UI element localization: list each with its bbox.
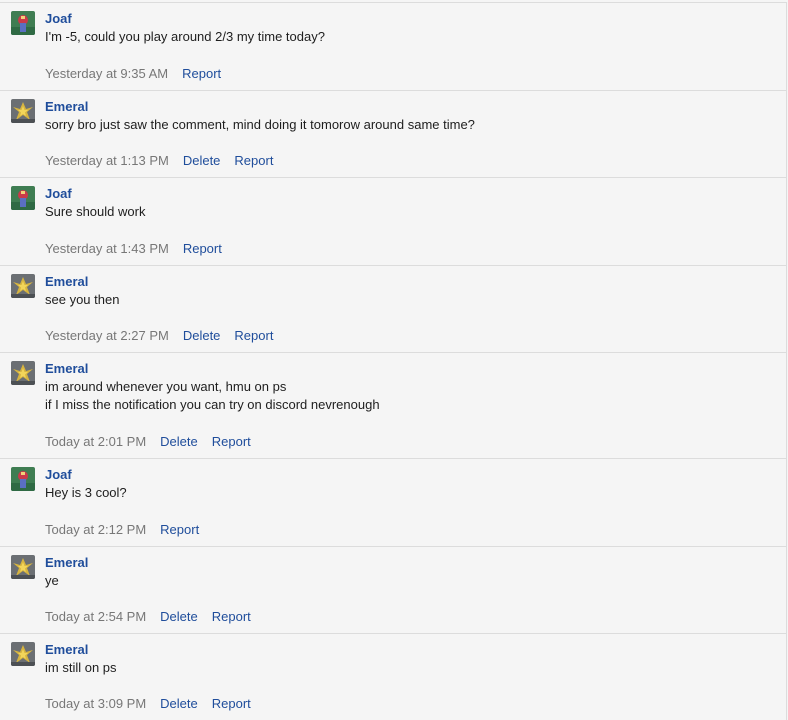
comment-line: I'm -5, could you play around 2/3 my tim…: [45, 29, 325, 44]
comment-text: im still on ps: [45, 659, 117, 677]
comment-meta: Yesterday at 1:43 PM Report: [45, 240, 222, 258]
delete-link[interactable]: Delete: [183, 153, 221, 168]
comment: Joaf Sure should work Yesterday at 1:43 PM…: [0, 177, 787, 265]
report-link[interactable]: Report: [183, 241, 222, 256]
comment-text: see you then: [45, 291, 119, 309]
timestamp: Yesterday at 2:27 PM: [45, 328, 169, 343]
comment-line: im still on ps: [45, 660, 117, 675]
timestamp: Yesterday at 1:43 PM: [45, 241, 169, 256]
comment-meta: Today at 2:54 PM Delete Report: [45, 608, 251, 626]
delete-link[interactable]: Delete: [160, 434, 198, 449]
comment: Joaf Hey is 3 cool? Today at 2:12 PM Report: [0, 458, 787, 546]
comment-meta: Today at 2:01 PM Delete Report: [45, 433, 251, 451]
report-link[interactable]: Report: [234, 328, 273, 343]
author-name[interactable]: Emeral: [45, 554, 88, 572]
comment: Emeral ye Today at 2:54 PM Delete Report: [0, 546, 787, 633]
comment-meta: Yesterday at 1:13 PM Delete Report: [45, 152, 273, 170]
delete-link[interactable]: Delete: [160, 696, 198, 711]
comment-text: Hey is 3 cool?: [45, 484, 127, 502]
comment-meta: Yesterday at 2:27 PM Delete Report: [45, 327, 273, 345]
comment-line: sorry bro just saw the comment, mind doi…: [45, 117, 475, 132]
report-link[interactable]: Report: [182, 66, 221, 81]
comment-line: see you then: [45, 292, 120, 307]
comment-meta: Today at 3:09 PM Delete Report: [45, 695, 251, 713]
timestamp: Yesterday at 9:35 AM: [45, 66, 169, 81]
author-name[interactable]: Joaf: [45, 466, 72, 484]
timestamp: Today at 3:09 PM: [45, 696, 147, 711]
comment-line: Sure should work: [45, 204, 146, 219]
timestamp: Today at 2:01 PM: [45, 434, 147, 449]
joaf-avatar[interactable]: [11, 186, 35, 210]
report-link[interactable]: Report: [212, 696, 251, 711]
author-name[interactable]: Joaf: [45, 10, 72, 28]
comment-meta: Today at 2:12 PM Report: [45, 521, 199, 539]
comment-text: sorry bro just saw the comment, mind doi…: [45, 116, 475, 134]
report-link[interactable]: Report: [212, 434, 251, 449]
comment-text: im around whenever you want, hmu on ps if…: [45, 378, 380, 414]
emeral-avatar[interactable]: [11, 555, 35, 579]
comment-line: Hey is 3 cool?: [45, 485, 127, 500]
joaf-avatar[interactable]: [11, 467, 35, 491]
report-link[interactable]: Report: [234, 153, 273, 168]
author-name[interactable]: Joaf: [45, 185, 72, 203]
delete-link[interactable]: Delete: [160, 609, 198, 624]
comment-text: I'm -5, could you play around 2/3 my tim…: [45, 28, 325, 46]
author-name[interactable]: Emeral: [45, 98, 88, 116]
comment: Emeral sorry bro just saw the comment, mi…: [0, 90, 787, 177]
comment-line: if I miss the notification you can try o…: [45, 397, 380, 412]
comment: Emeral im around whenever you want, hmu o…: [0, 352, 787, 458]
timestamp: Yesterday at 1:13 PM: [45, 153, 169, 168]
comment-meta: Yesterday at 9:35 AM Report: [45, 65, 221, 83]
emeral-avatar[interactable]: [11, 274, 35, 298]
timestamp: Today at 2:12 PM: [45, 522, 147, 537]
emeral-avatar[interactable]: [11, 99, 35, 123]
author-name[interactable]: Emeral: [45, 641, 88, 659]
emeral-avatar[interactable]: [11, 361, 35, 385]
comment: Emeral im still on ps Today at 3:09 PM Dele…: [0, 633, 787, 720]
report-link[interactable]: Report: [160, 522, 199, 537]
comment: Joaf I'm -5, could you play around 2/3 my…: [0, 2, 787, 90]
comment: Emeral see you then Yesterday at 2:27 PM De…: [0, 265, 787, 352]
joaf-avatar[interactable]: [11, 11, 35, 35]
emeral-avatar[interactable]: [11, 642, 35, 666]
comment-text: Sure should work: [45, 203, 145, 221]
delete-link[interactable]: Delete: [183, 328, 221, 343]
timestamp: Today at 2:54 PM: [45, 609, 147, 624]
comment-line: ye: [45, 573, 59, 588]
comment-text: ye: [45, 572, 59, 590]
comment-thread: Joaf I'm -5, could you play around 2/3 my…: [0, 0, 788, 720]
report-link[interactable]: Report: [212, 609, 251, 624]
comment-line: im around whenever you want, hmu on ps: [45, 379, 287, 394]
author-name[interactable]: Emeral: [45, 360, 88, 378]
author-name[interactable]: Emeral: [45, 273, 88, 291]
